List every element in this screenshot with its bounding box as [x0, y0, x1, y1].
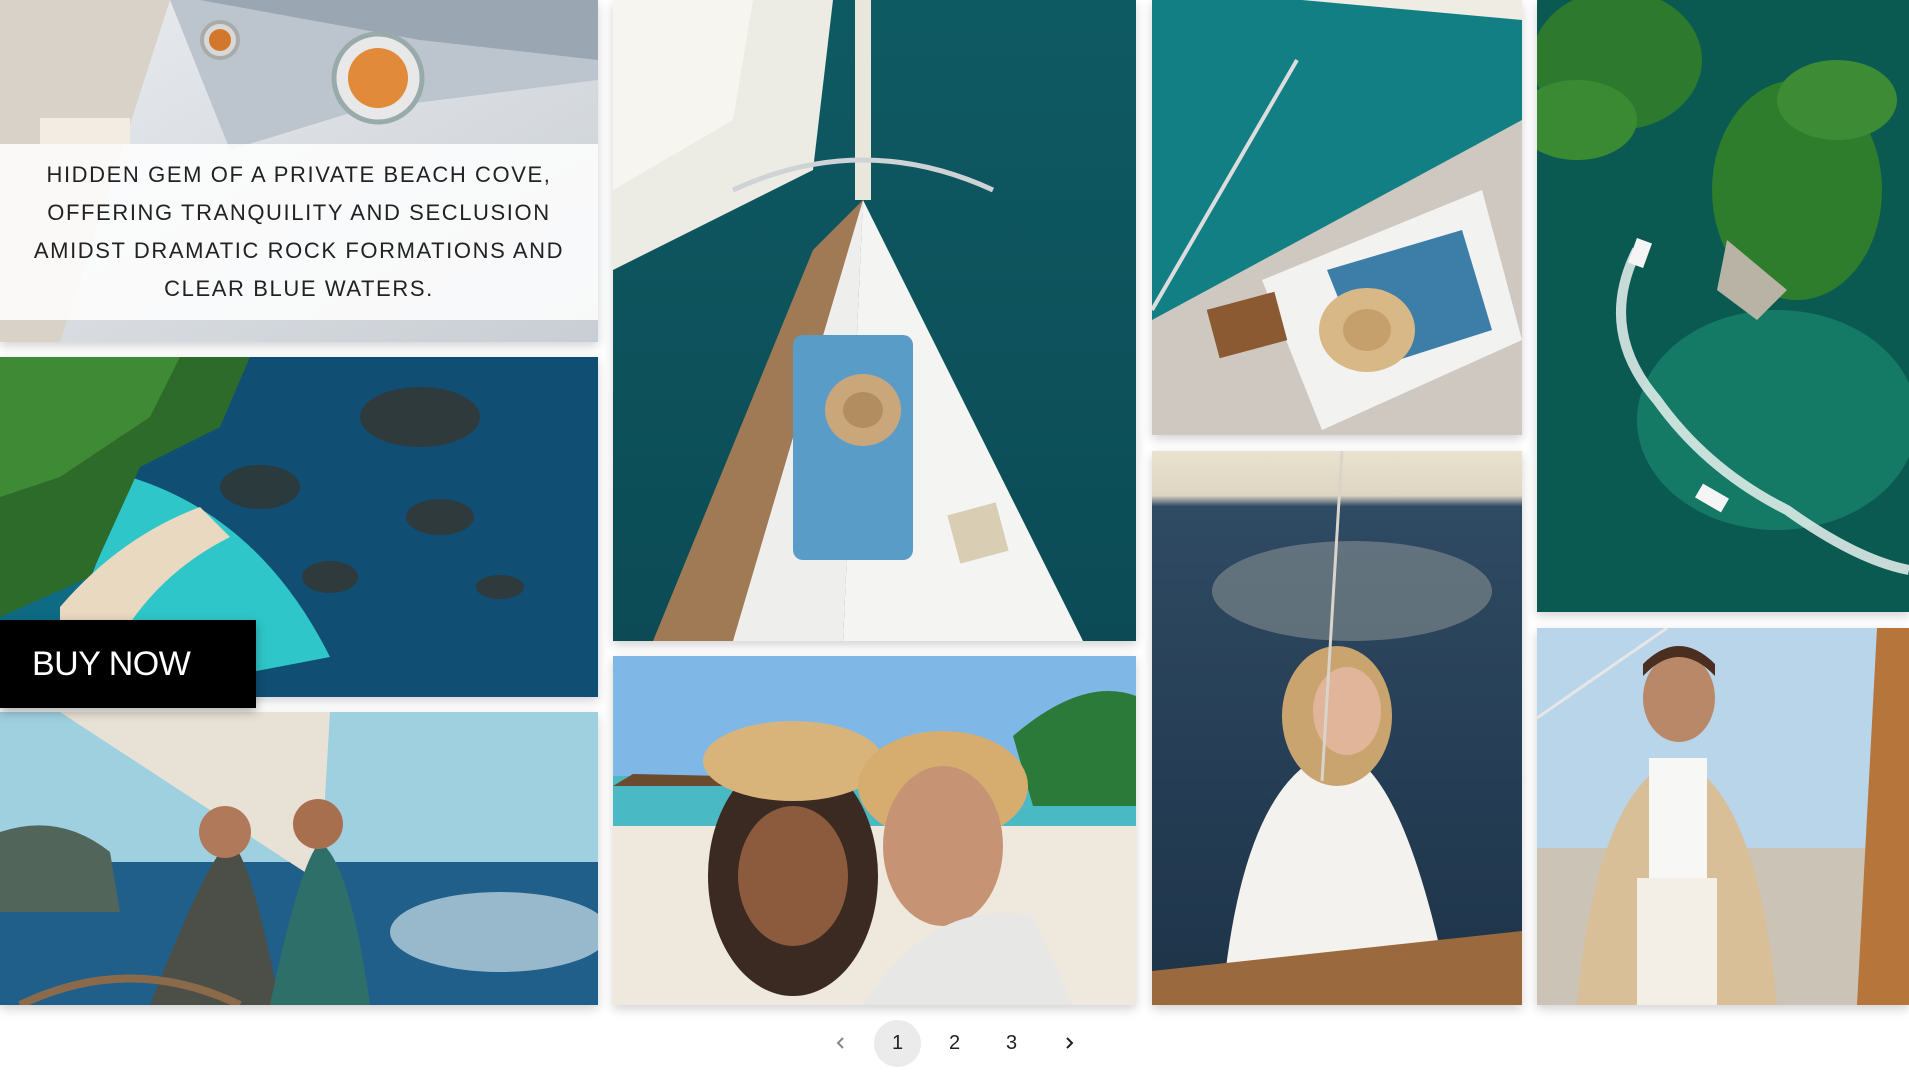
chevron-right-icon[interactable]: [1045, 1020, 1092, 1067]
page-3-button[interactable]: 3: [988, 1020, 1035, 1067]
page-1-button[interactable]: 1: [874, 1019, 921, 1067]
photo-deck-hat-books[interactable]: [1152, 0, 1522, 435]
photo-gallery: Hidden gem of a private beach cove, offe…: [0, 0, 1909, 1005]
buy-now-button[interactable]: BUY NOW: [0, 620, 256, 708]
photo-woman-sailboat[interactable]: [1152, 451, 1522, 1005]
caption-box: Hidden gem of a private beach cove, offe…: [0, 144, 598, 320]
photo-man-ship-deck[interactable]: [1537, 628, 1909, 1005]
photo-islands-aerial[interactable]: [1537, 0, 1909, 612]
photo-beach-selfie[interactable]: [613, 656, 1136, 1005]
pagination: 1 2 3: [0, 1018, 1909, 1068]
page-2-button[interactable]: 2: [931, 1020, 978, 1067]
chevron-left-icon[interactable]: [817, 1020, 864, 1067]
caption-text: Hidden gem of a private beach cove, offe…: [33, 162, 565, 301]
photo-sailboat-bow[interactable]: [613, 0, 1136, 641]
photo-sailing-couple[interactable]: [0, 712, 598, 1005]
